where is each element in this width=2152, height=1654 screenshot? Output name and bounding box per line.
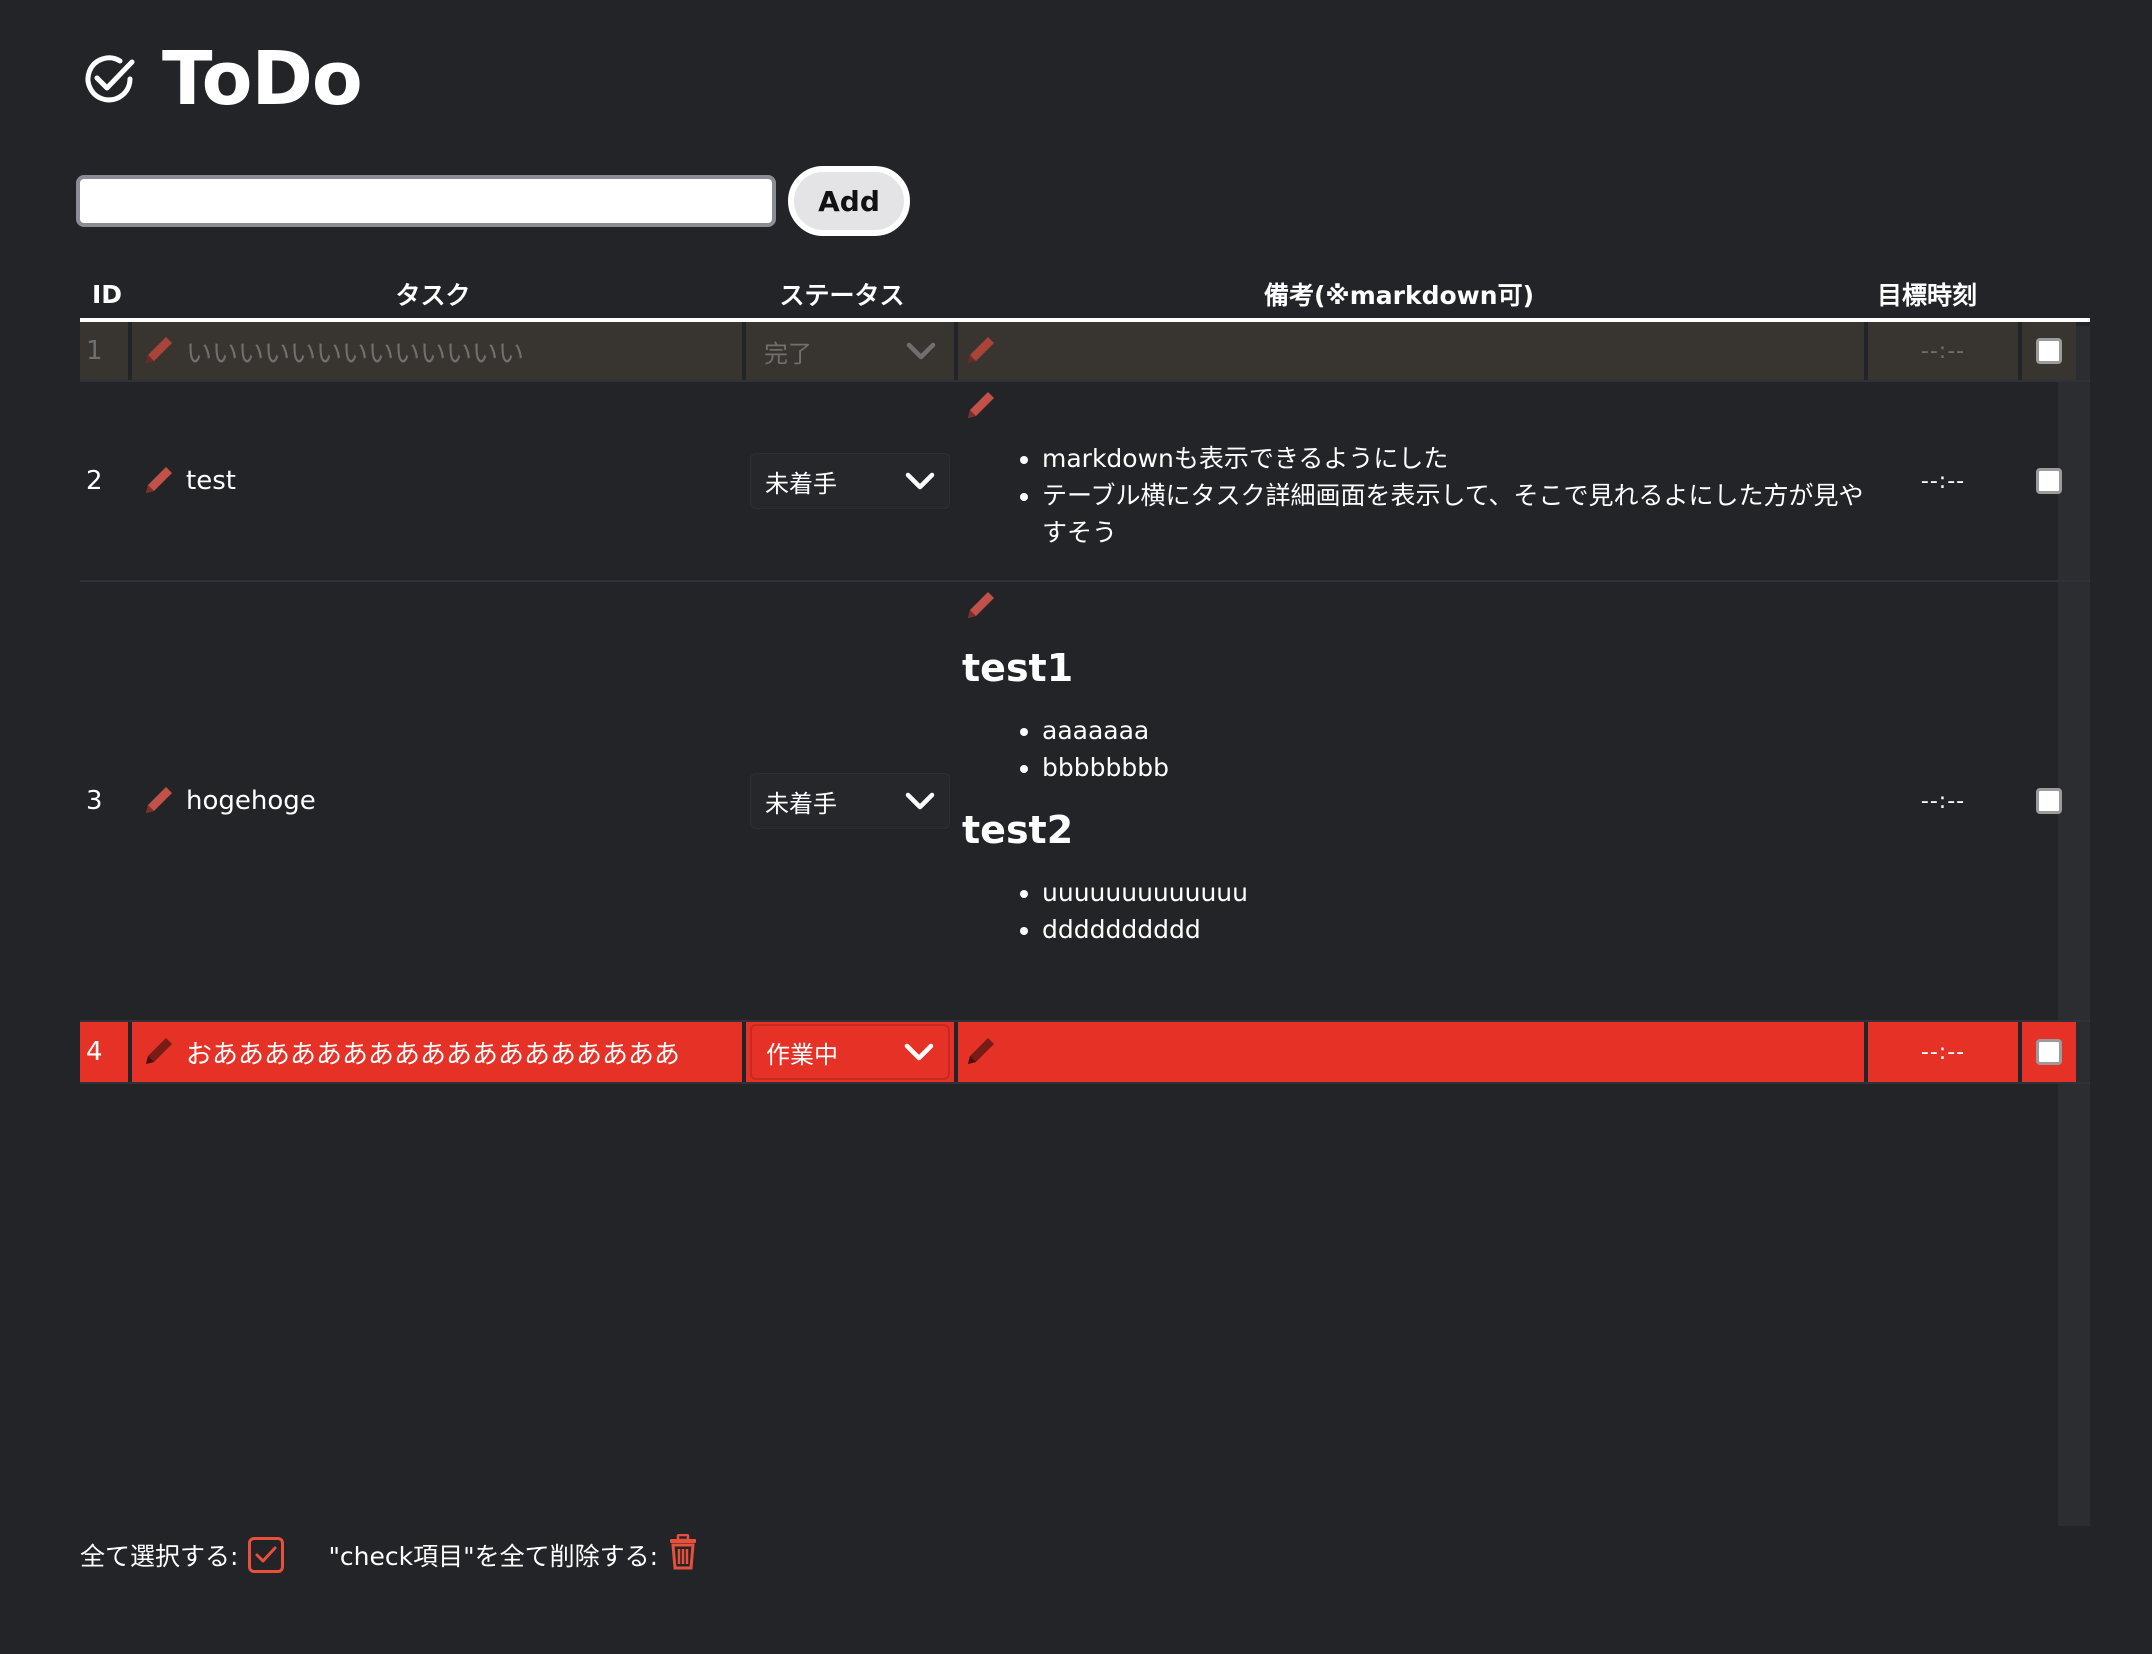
task-title[interactable]: test <box>186 466 236 496</box>
memo-cell: markdownも表示できるようにした テーブル横にタスク詳細画面を表示して、そ… <box>958 382 1864 580</box>
row-checkbox[interactable] <box>2036 788 2062 814</box>
memo-item: dddddddddd <box>1042 911 1248 948</box>
pencil-icon[interactable] <box>140 463 176 499</box>
check-cell <box>2022 582 2076 1020</box>
row-id: 4 <box>80 1022 128 1082</box>
status-cell: 未着手 <box>746 382 954 580</box>
chevron-down-icon <box>905 472 935 490</box>
table-row: 2 test 未着手 markdownも表示できるようにした テーブル横にタスク… <box>80 382 2090 582</box>
deadline-value: --:-- <box>1920 1039 1966 1065</box>
memo-item: aaaaaaa <box>1042 712 1169 749</box>
memo-item: bbbbbbbb <box>1042 749 1169 786</box>
header-memo: 備考(※markdown可) <box>1264 281 1534 310</box>
status-cell: 作業中 <box>746 1022 954 1082</box>
status-select[interactable]: 未着手 <box>750 773 950 829</box>
chevron-down-icon <box>905 792 935 810</box>
header-status: ステータス <box>779 281 905 310</box>
memo-item: uuuuuuuuuuuuu <box>1042 874 1248 911</box>
memo-list: markdownも表示できるようにした テーブル横にタスク詳細画面を表示して、そ… <box>962 434 1864 551</box>
row-checkbox[interactable] <box>2036 338 2062 364</box>
header-id: ID <box>92 279 123 309</box>
chevron-down-icon <box>906 342 936 360</box>
row-id: 2 <box>86 466 103 496</box>
add-button[interactable]: Add <box>788 166 910 236</box>
status-select[interactable]: 完了 <box>750 323 950 379</box>
deadline-value: --:-- <box>1920 788 1966 814</box>
status-cell: 完了 <box>746 322 954 380</box>
status-cell: 未着手 <box>746 582 954 1020</box>
task-title[interactable]: いいいいいいいいいいいいい <box>186 333 524 370</box>
memo-cell <box>958 322 1864 380</box>
status-value: 未着手 <box>765 789 837 818</box>
memo-item: テーブル横にタスク詳細画面を表示して、そこで見れるよにした方が見やすそう <box>1042 477 1864 551</box>
trash-icon[interactable] <box>668 1533 698 1576</box>
select-all-label: 全て選択する: <box>80 1542 239 1571</box>
checkbox-checked-icon[interactable] <box>248 1537 285 1573</box>
table-header: ID タスク ステータス 備考(※markdown可) 目標時刻 <box>80 270 2090 322</box>
pencil-icon[interactable] <box>962 388 998 424</box>
pencil-icon[interactable] <box>140 1034 176 1070</box>
status-value: 未着手 <box>765 469 837 498</box>
app-header: ToDo <box>80 36 363 122</box>
add-task-form: Add <box>76 166 910 236</box>
app-title: ToDo <box>162 36 363 122</box>
chevron-down-icon <box>904 1043 934 1061</box>
task-title[interactable]: hogehoge <box>186 786 316 816</box>
memo-item: markdownも表示できるようにした <box>1042 440 1864 477</box>
pencil-icon[interactable] <box>140 333 176 369</box>
memo-cell <box>958 1022 1864 1082</box>
check-cell <box>2022 1022 2076 1082</box>
row-checkbox[interactable] <box>2036 468 2062 494</box>
header-deadline: 目標時刻 <box>1876 281 1977 310</box>
memo-heading: test1 <box>962 646 1074 690</box>
pencil-icon[interactable] <box>962 1034 998 1070</box>
delete-checked-label: "check項目"を全て削除する: <box>328 1542 659 1571</box>
header-task: タスク <box>395 281 471 310</box>
table-row: 4 おああああああああああああああああああ 作業中 --:-- <box>80 1022 2090 1084</box>
table-row: 1 いいいいいいいいいいいいい 完了 --:-- <box>80 322 2090 382</box>
footer-actions: 全て選択する: "check項目"を全て削除する: <box>80 1533 698 1576</box>
pencil-icon[interactable] <box>962 333 998 369</box>
deadline-cell[interactable]: --:-- <box>1868 1022 2018 1082</box>
status-value: 作業中 <box>766 1040 838 1069</box>
check-circle-icon <box>80 50 138 108</box>
deadline-cell[interactable]: --:-- <box>1868 322 2018 380</box>
new-task-input[interactable] <box>76 175 776 227</box>
task-cell: hogehoge <box>132 582 742 1020</box>
check-cell <box>2022 322 2076 380</box>
row-id: 1 <box>80 322 128 380</box>
memo-cell: test1 aaaaaaa bbbbbbbb test2 uuuuuuuuuuu… <box>958 582 1864 1020</box>
deadline-cell[interactable]: --:-- <box>1868 382 2018 580</box>
status-select[interactable]: 未着手 <box>750 453 950 509</box>
status-value: 完了 <box>764 339 812 368</box>
task-cell: おああああああああああああああああああ <box>132 1022 742 1082</box>
status-select[interactable]: 作業中 <box>750 1024 950 1080</box>
todo-table: ID タスク ステータス 備考(※markdown可) 目標時刻 1 いいいいい… <box>80 270 2090 1084</box>
memo-list: aaaaaaa bbbbbbbb <box>962 712 1169 786</box>
task-cell: いいいいいいいいいいいいい <box>132 322 742 380</box>
deadline-value: --:-- <box>1920 468 1966 494</box>
deadline-cell[interactable]: --:-- <box>1868 582 2018 1020</box>
table-row: 3 hogehoge 未着手 test1 aaaaaaa bbbbbbbb te… <box>80 582 2090 1022</box>
deadline-value: --:-- <box>1920 338 1966 364</box>
memo-list: uuuuuuuuuuuuu dddddddddd <box>962 874 1248 948</box>
pencil-icon[interactable] <box>962 588 998 624</box>
pencil-icon[interactable] <box>140 783 176 819</box>
check-cell <box>2022 382 2076 580</box>
memo-heading: test2 <box>962 808 1074 852</box>
row-checkbox[interactable] <box>2036 1039 2062 1065</box>
row-id: 3 <box>86 786 103 816</box>
task-cell: test <box>132 382 742 580</box>
task-title[interactable]: おああああああああああああああああああ <box>186 1034 680 1071</box>
